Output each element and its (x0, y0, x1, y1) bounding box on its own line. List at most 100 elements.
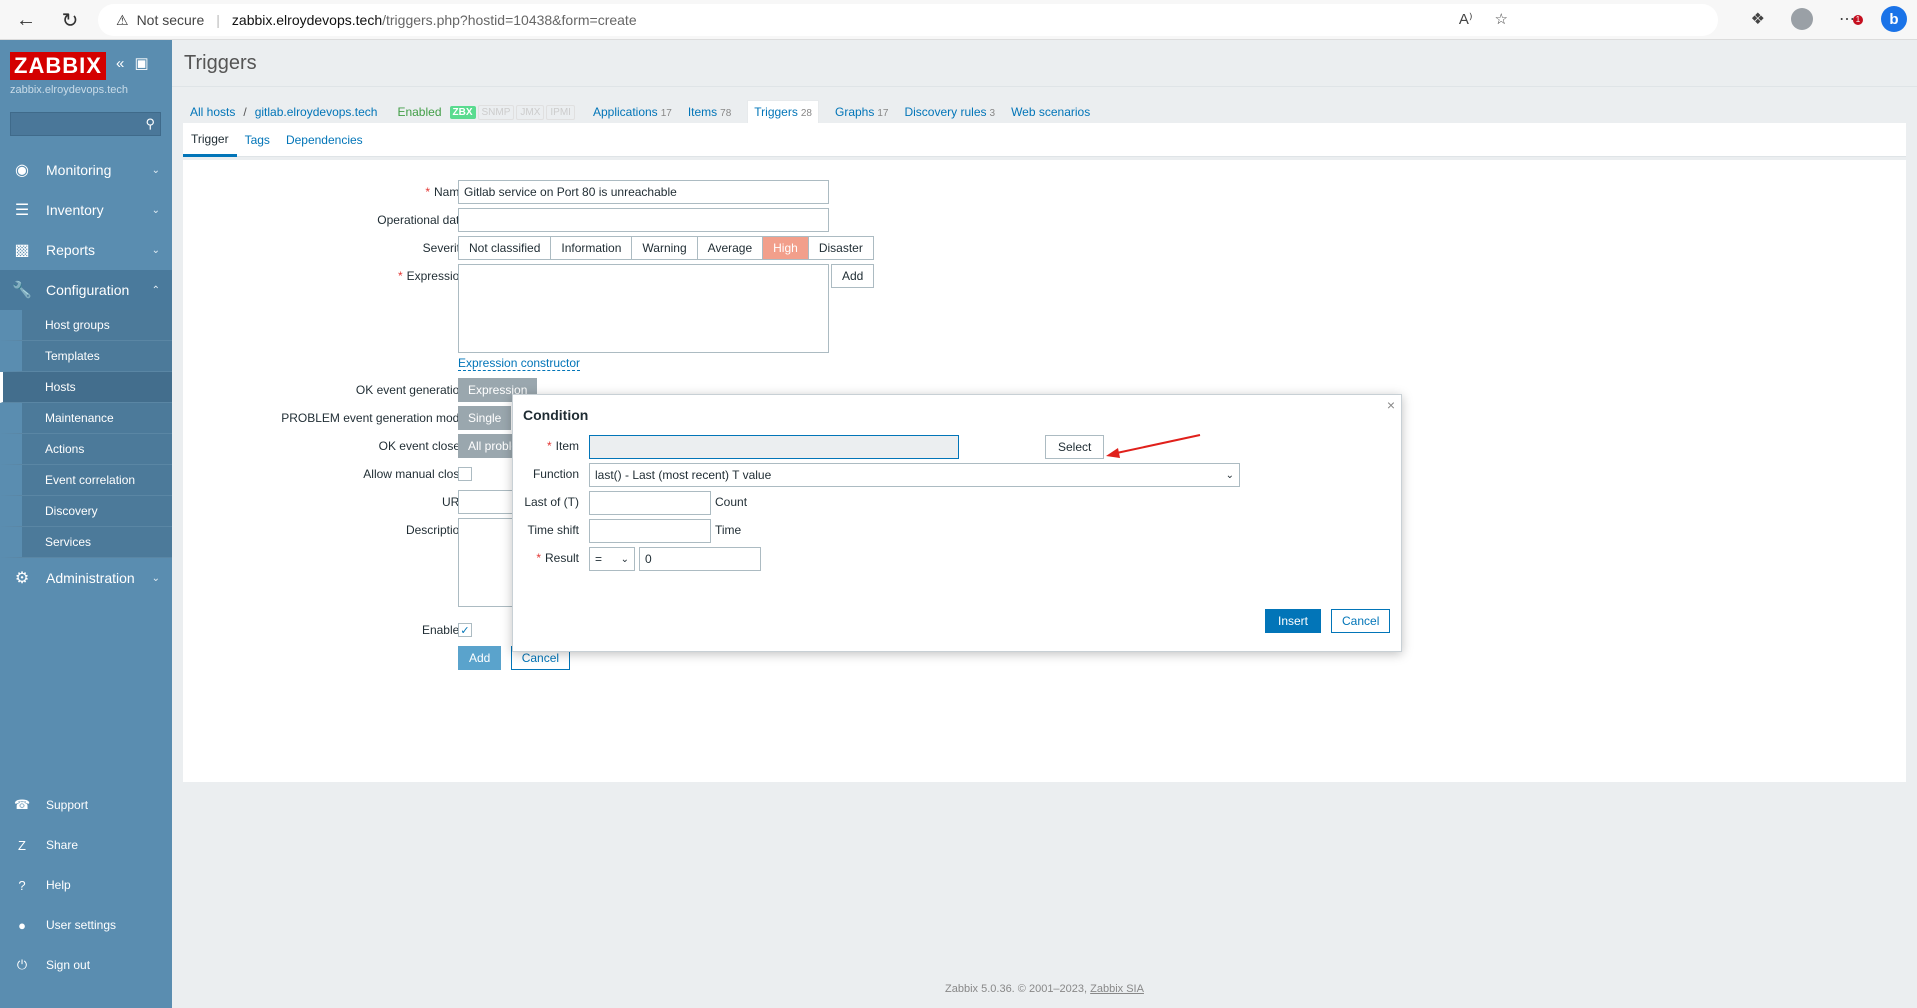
enabled-checkbox[interactable]: ✓ (458, 623, 472, 637)
name-label: * Name (425, 185, 466, 199)
chevron-down-icon: ⌄ (151, 572, 160, 584)
problem-mode-single-option[interactable]: Single (458, 406, 512, 430)
severity-disaster[interactable]: Disaster (808, 237, 873, 259)
back-icon[interactable]: ← (8, 2, 44, 38)
expression-constructor-link[interactable]: Expression constructor (458, 356, 581, 371)
enabled-label: Enabled (421, 623, 466, 637)
severity-label: Severity (422, 241, 466, 255)
tab-tags[interactable]: Tags (237, 123, 278, 157)
host-nav-web-scenarios[interactable]: Web scenarios (1011, 105, 1090, 119)
tab-trigger[interactable]: Trigger (183, 123, 237, 157)
extensions-icon[interactable]: ❖ (1751, 9, 1765, 29)
expression-add-button[interactable]: Add (831, 264, 875, 288)
search-icon[interactable]: ⚲ (145, 116, 155, 132)
share-link[interactable]: Z Share (0, 825, 172, 865)
sign-out-link[interactable]: ⏻ Sign out (0, 945, 172, 985)
support-link[interactable]: ☎ Support (0, 785, 172, 825)
read-aloud-icon[interactable]: A⁾ (1459, 10, 1473, 28)
favorite-star-icon[interactable]: ☆ (1495, 10, 1508, 28)
breadcrumb: All hosts / gitlab.elroydevops.tech Enab… (190, 100, 1090, 124)
breadcrumb-host[interactable]: gitlab.elroydevops.tech (255, 105, 378, 119)
add-trigger-button[interactable]: Add (458, 646, 502, 670)
menu-inventory[interactable]: ☰ Inventory ⌄ (0, 190, 172, 230)
host-nav-count: 17 (877, 108, 889, 119)
reload-icon[interactable]: ↻ (52, 2, 88, 38)
breadcrumb-separator: / (243, 105, 247, 119)
manual-close-label: Allow manual close (363, 467, 466, 481)
host-nav-triggers[interactable]: Triggers 28 (747, 100, 819, 124)
bing-icon[interactable]: b (1881, 6, 1907, 32)
host-nav-label: Graphs (834, 105, 875, 119)
host-nav-graphs[interactable]: Graphs 17 (835, 105, 888, 119)
profile-avatar[interactable] (1791, 8, 1813, 30)
result-value-input[interactable]: 0 (639, 547, 761, 571)
function-label: Function (532, 467, 579, 481)
menu-administration[interactable]: ⚙ Administration ⌄ (0, 558, 172, 598)
name-input[interactable]: Gitlab service on Port 80 is unreachable (458, 180, 829, 204)
host-nav-applications[interactable]: Applications 17 (593, 105, 672, 119)
power-icon: ⏻ (16, 957, 28, 972)
list-icon: ☰ (14, 202, 30, 219)
expression-textarea[interactable] (458, 264, 829, 353)
submenu-services[interactable]: Services (0, 527, 172, 558)
help-link[interactable]: ? Help (0, 865, 172, 905)
severity-information[interactable]: Information (551, 237, 633, 259)
address-bar[interactable]: ⚠ Not secure | zabbix.elroydevops.tech /… (98, 4, 1718, 36)
submenu-event-correlation[interactable]: Event correlation (0, 465, 172, 496)
item-input[interactable] (589, 435, 959, 459)
insert-button[interactable]: Insert (1265, 609, 1322, 633)
tab-dependencies[interactable]: Dependencies (278, 123, 371, 157)
bar-chart-icon: ▩ (14, 242, 30, 259)
page-title: Triggers (184, 52, 257, 74)
share-z-icon: Z (18, 837, 26, 853)
operational-data-input[interactable] (458, 208, 829, 232)
severity-not-classified[interactable]: Not classified (459, 237, 552, 259)
function-select[interactable]: last() - Last (most recent) T value ⌄ (589, 463, 1240, 487)
user-settings-label: User settings (46, 918, 117, 932)
address-separator: | (216, 12, 220, 28)
more-menu-icon[interactable]: ⋯ (1839, 9, 1863, 29)
server-name: zabbix.elroydevops.tech (10, 84, 129, 96)
severity-high[interactable]: High (763, 237, 809, 259)
operational-data-label: Operational data (377, 213, 466, 227)
kiosk-icon[interactable]: ▣ (135, 55, 149, 72)
host-status-enabled[interactable]: Enabled (397, 105, 441, 119)
menu-monitoring[interactable]: ◉ Monitoring ⌄ (0, 150, 172, 190)
user-settings-link[interactable]: ● User settings (0, 905, 172, 945)
menu-reports[interactable]: ▩ Reports ⌄ (0, 230, 172, 270)
close-icon[interactable]: × (1387, 397, 1395, 413)
last-of-input[interactable] (589, 491, 711, 515)
submenu-discovery[interactable]: Discovery (0, 496, 172, 527)
availability-snmp: SNMP (477, 104, 515, 120)
submenu-hosts[interactable]: Hosts (0, 372, 172, 403)
submenu-templates[interactable]: Templates (0, 341, 172, 372)
dialog-cancel-button[interactable]: Cancel (1331, 609, 1391, 633)
footer-company-link[interactable]: Zabbix SIA (1090, 983, 1144, 995)
sidebar-search-input[interactable]: ⚲ (10, 112, 161, 136)
result-operator-select[interactable]: = ⌄ (589, 547, 635, 571)
time-shift-input[interactable] (589, 519, 711, 543)
submenu-host-groups[interactable]: Host groups (0, 310, 172, 341)
collapse-sidebar-icon[interactable]: « (116, 55, 124, 72)
not-secure-label: Not secure (136, 12, 205, 28)
form-tabs: Trigger Tags Dependencies (183, 123, 1906, 157)
host-nav-count: 28 (800, 108, 812, 119)
breadcrumb-all-hosts[interactable]: All hosts (190, 105, 235, 119)
submenu-maintenance[interactable]: Maintenance (0, 403, 172, 434)
manual-close-checkbox[interactable] (458, 467, 472, 481)
host-nav-count: 17 (660, 108, 672, 119)
select-item-button[interactable]: Select (1045, 435, 1105, 459)
host-nav-items[interactable]: Items 78 (688, 105, 731, 119)
item-label: * Item (546, 439, 579, 453)
headset-icon: ☎ (14, 797, 31, 812)
last-of-unit: Count (715, 495, 748, 509)
zabbix-logo[interactable]: ZABBIX (10, 52, 106, 80)
host-nav-discovery-rules[interactable]: Discovery rules 3 (904, 105, 995, 119)
last-of-label: Last of (T) (524, 495, 579, 509)
submenu-actions[interactable]: Actions (0, 434, 172, 465)
configuration-submenu: Host groups Templates Hosts Maintenance … (0, 310, 172, 558)
menu-configuration[interactable]: 🔧 Configuration ⌃ (0, 270, 172, 310)
severity-warning[interactable]: Warning (632, 237, 698, 259)
severity-average[interactable]: Average (697, 237, 764, 259)
sidebar: ZABBIX « ▣ zabbix.elroydevops.tech ⚲ ◉ M… (0, 40, 172, 1008)
